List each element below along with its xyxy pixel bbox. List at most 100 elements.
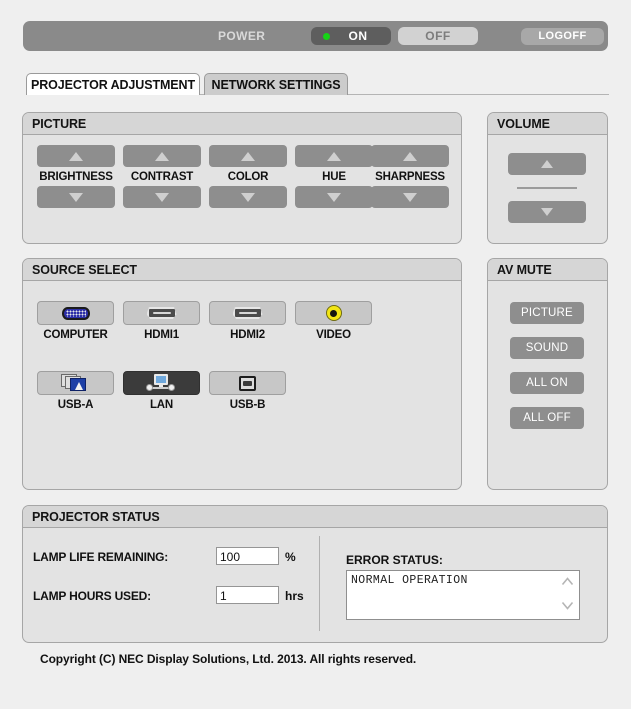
- av-mute-all-on-button[interactable]: ALL ON: [510, 372, 584, 394]
- source-button-video[interactable]: [295, 301, 372, 325]
- hdmi-connector-icon: [232, 307, 263, 319]
- scroll-down-chevron-icon[interactable]: [561, 601, 574, 610]
- source-item-lan: LAN: [123, 371, 200, 411]
- tab-projector-adjustment[interactable]: PROJECTOR ADJUSTMENT: [26, 73, 200, 95]
- source-select-panel-title: SOURCE SELECT: [32, 262, 137, 277]
- picture-control-sharpness: SHARPNESS: [371, 145, 449, 208]
- av-mute-all-off-button[interactable]: ALL OFF: [510, 407, 584, 429]
- source-item-video: VIDEO: [295, 301, 372, 341]
- lamp-life-unit: %: [285, 550, 296, 564]
- up-arrow-icon: [69, 151, 83, 161]
- vga-pins-icon: [65, 309, 86, 317]
- av-mute-panel: AV MUTE PICTURE SOUND ALL ON ALL OFF: [487, 258, 608, 490]
- hdmi-connector-icon: [146, 307, 177, 319]
- source-label-usb-a: USB-A: [57, 399, 94, 411]
- source-select-panel-header: SOURCE SELECT: [23, 259, 461, 281]
- volume-up-button[interactable]: [508, 153, 586, 175]
- brightness-down-button[interactable]: [37, 186, 115, 208]
- contrast-label: CONTRAST: [130, 171, 194, 183]
- volume-panel-header: VOLUME: [488, 113, 607, 135]
- tab-network-settings[interactable]: NETWORK SETTINGS: [204, 73, 348, 95]
- volume-panel-title: VOLUME: [497, 116, 550, 131]
- volume-panel: VOLUME: [487, 112, 608, 244]
- projector-web-control-page: POWER ON OFF LOGOFF PROJECTOR ADJUSTMENT…: [0, 0, 631, 709]
- source-item-usb-a: USB-A: [37, 371, 114, 411]
- source-label-hdmi1: HDMI1: [144, 329, 179, 341]
- up-arrow-icon: [403, 151, 417, 161]
- brightness-up-button[interactable]: [37, 145, 115, 167]
- picture-panel-title: PICTURE: [32, 116, 87, 131]
- up-arrow-icon: [541, 160, 553, 168]
- usb-b-connector-icon: [239, 375, 256, 391]
- source-item-hdmi2: HDMI2: [209, 301, 286, 341]
- av-mute-panel-title: AV MUTE: [497, 262, 552, 277]
- picture-panel-header: PICTURE: [23, 113, 461, 135]
- source-button-usb-b[interactable]: [209, 371, 286, 395]
- source-item-computer: COMPUTER: [37, 301, 114, 341]
- color-up-button[interactable]: [209, 145, 287, 167]
- av-mute-sound-button[interactable]: SOUND: [510, 337, 584, 359]
- volume-down-button[interactable]: [508, 201, 586, 223]
- projector-status-panel: PROJECTOR STATUS LAMP LIFE REMAINING: % …: [22, 505, 608, 643]
- picture-panel: PICTURE BRIGHTNESS CONTRAST COLOR HUE SH…: [22, 112, 462, 244]
- network-node-icon: [167, 384, 175, 391]
- color-label: COLOR: [227, 171, 269, 183]
- source-button-usb-a[interactable]: [37, 371, 114, 395]
- picture-control-color: COLOR: [209, 145, 287, 208]
- copyright-text: Copyright (C) NEC Display Solutions, Ltd…: [40, 652, 417, 666]
- hue-down-button[interactable]: [295, 186, 373, 208]
- av-mute-picture-button[interactable]: PICTURE: [510, 302, 584, 324]
- scroll-up-chevron-icon[interactable]: [561, 577, 574, 586]
- volume-divider: [517, 187, 577, 189]
- projector-status-panel-header: PROJECTOR STATUS: [23, 506, 607, 528]
- power-bar: POWER ON OFF LOGOFF: [23, 21, 608, 51]
- error-status-label: ERROR STATUS:: [346, 553, 443, 567]
- sharpness-up-button[interactable]: [371, 145, 449, 167]
- projector-status-panel-title: PROJECTOR STATUS: [32, 509, 160, 524]
- up-arrow-icon: [241, 151, 255, 161]
- tab-strip: PROJECTOR ADJUSTMENT NETWORK SETTINGS: [26, 73, 609, 95]
- hue-up-button[interactable]: [295, 145, 373, 167]
- picture-control-contrast: CONTRAST: [123, 145, 201, 208]
- lamp-life-remaining-label: LAMP LIFE REMAINING:: [33, 550, 169, 564]
- vga-connector-icon: [61, 306, 90, 320]
- down-arrow-icon: [241, 192, 255, 202]
- power-on-button[interactable]: ON: [311, 27, 391, 45]
- down-arrow-icon: [155, 192, 169, 202]
- source-button-hdmi2[interactable]: [209, 301, 286, 325]
- source-item-hdmi1: HDMI1: [123, 301, 200, 341]
- down-arrow-icon: [541, 208, 553, 216]
- source-label-hdmi2: HDMI2: [230, 329, 265, 341]
- source-button-hdmi1[interactable]: [123, 301, 200, 325]
- power-off-button[interactable]: OFF: [398, 27, 478, 45]
- power-label: POWER: [218, 29, 266, 43]
- source-label-computer: COMPUTER: [43, 329, 108, 341]
- source-label-video: VIDEO: [316, 329, 351, 341]
- error-status-textarea[interactable]: NORMAL OPERATION: [346, 570, 580, 620]
- source-button-lan[interactable]: [123, 371, 200, 395]
- picture-control-hue: HUE: [295, 145, 373, 208]
- logoff-button[interactable]: LOGOFF: [521, 27, 604, 45]
- up-arrow-icon: [327, 151, 341, 161]
- down-arrow-icon: [327, 192, 341, 202]
- source-label-lan: LAN: [149, 399, 174, 411]
- lan-network-icon: [145, 374, 178, 392]
- hue-label: HUE: [322, 171, 346, 183]
- contrast-down-button[interactable]: [123, 186, 201, 208]
- lamp-hours-unit: hrs: [285, 589, 304, 603]
- error-status-text: NORMAL OPERATION: [351, 574, 468, 587]
- contrast-up-button[interactable]: [123, 145, 201, 167]
- picture-control-brightness: BRIGHTNESS: [37, 145, 115, 208]
- up-arrow-icon: [155, 151, 169, 161]
- down-arrow-icon: [403, 192, 417, 202]
- lamp-hours-used-input[interactable]: [216, 586, 279, 604]
- sharpness-down-button[interactable]: [371, 186, 449, 208]
- lamp-life-remaining-input[interactable]: [216, 547, 279, 565]
- usb-a-slides-icon: [60, 374, 91, 392]
- rca-video-jack-icon: [325, 305, 342, 321]
- color-down-button[interactable]: [209, 186, 287, 208]
- source-select-panel: SOURCE SELECT COMPUTER HDMI1 HDMI2 VIDEO: [22, 258, 462, 490]
- power-led-icon: [323, 33, 330, 40]
- source-button-computer[interactable]: [37, 301, 114, 325]
- monitor-icon: [153, 374, 168, 385]
